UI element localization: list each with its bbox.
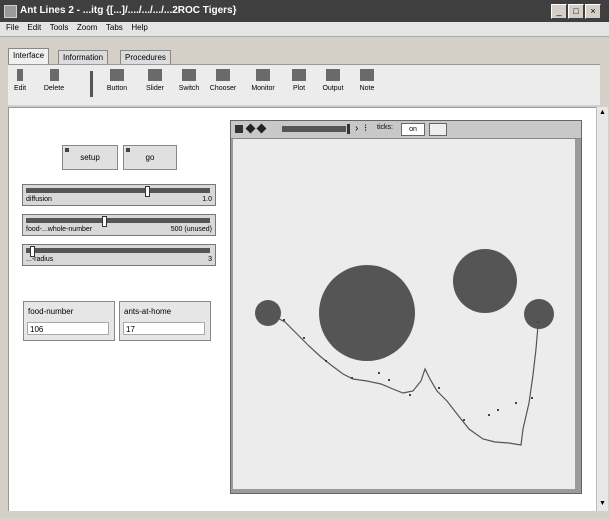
food-source [453,249,517,313]
ticks-label: ticks: [377,124,393,131]
switch-widget-icon [182,69,196,81]
ants [283,319,539,421]
menu-edit[interactable]: Edit [27,23,41,32]
checkbox-icon[interactable] [235,125,243,133]
world-graphics [255,249,554,446]
tab-procedures[interactable]: Procedures [120,50,171,64]
slider-track[interactable] [26,248,210,253]
pencil-icon [17,69,23,81]
add-monitor-tool[interactable]: Monitor [244,69,282,92]
tool-label: Slider [146,85,164,92]
delete-label: Delete [43,85,65,92]
slider-label: food-...whole-number [26,226,93,233]
button-widget-icon [110,69,124,81]
scroll-up-icon[interactable]: ▲ [598,109,607,118]
slider-thumb[interactable] [145,186,150,197]
tab-interface[interactable]: Interface [8,48,50,65]
tab-information[interactable]: Information [58,50,109,64]
app-icon [4,5,17,18]
menu-file[interactable]: File [6,23,19,32]
add-plot-tool[interactable]: Plot [280,69,318,92]
tool-label: Button [106,85,128,92]
food-source [319,265,415,361]
tool-label: Switch [178,85,200,92]
add-slider-tool[interactable]: Slider [136,69,174,92]
add-chooser-tool[interactable]: Chooser [204,69,242,92]
edit-label: Edit [13,85,27,92]
scroll-down-icon[interactable]: ▼ [598,500,607,509]
monitor-value: 17 [123,322,205,335]
go-button[interactable]: go [123,145,177,170]
slider-label: diffusion [26,196,52,203]
ants-at-home-monitor: ants-at-home 17 [119,301,211,341]
slider-thumb[interactable] [102,216,107,227]
edit-tool[interactable]: Edit [10,69,30,92]
slider-label: ...-radius [26,256,54,263]
speed-slider[interactable] [282,126,346,132]
add-button-tool[interactable]: Button [98,69,136,92]
monitor-label: food-number [28,307,74,316]
slider-track[interactable] [26,218,210,223]
output-widget-icon [326,69,340,81]
tool-label: Chooser [209,85,237,92]
shape-diamond-icon [245,123,256,134]
monitor-value: 106 [27,322,109,335]
menu-help[interactable]: Help [131,23,147,32]
add-output-tool[interactable]: Output [314,69,352,92]
setup-button[interactable]: setup [62,145,118,170]
speed-arrow-icon: › [355,123,359,134]
close-button[interactable]: × [585,4,601,19]
delete-tool[interactable]: Delete [34,69,74,92]
slider-value: 1.0 [202,196,212,203]
world-canvas[interactable] [233,139,575,489]
menu-bar: File Edit Tools Zoom Tabs Help [0,22,609,37]
speed-slider-thumb[interactable] [347,124,350,134]
tool-label: Note [359,85,375,92]
chooser-widget-icon [216,69,230,81]
radius-slider[interactable]: ...-radius 3 [22,244,216,266]
trash-icon [49,69,59,81]
minimize-button[interactable]: _ [551,4,567,19]
view-control-strip: › ⁝ ticks: on [231,121,581,139]
diffusion-slider[interactable]: diffusion 1.0 [22,184,216,206]
settings-button[interactable] [429,123,447,136]
view-updates-toggle[interactable]: on [401,123,425,136]
monitor-widget-icon [256,69,270,81]
menu-zoom[interactable]: Zoom [77,23,97,32]
window-title: Ant Lines 2 - ...itg {[...]/..../.../...… [20,5,237,16]
menu-tabs[interactable]: Tabs [106,23,123,32]
slider-value: 3 [208,256,212,263]
interface-toolbar: Edit Delete Button Slider Switch Chooser… [8,64,600,105]
monitor-label: ants-at-home [124,307,172,316]
slider-widget-icon [148,69,162,81]
toolbar-separator [90,71,93,97]
add-switch-tool[interactable]: Switch [170,69,208,92]
tool-label: Plot [292,85,306,92]
vertical-scrollbar[interactable]: ▲ ▼ [596,107,608,511]
add-note-tool[interactable]: Note [348,69,386,92]
update-mode-icon: ⁝ [364,123,368,134]
food-slider[interactable]: food-...whole-number 500 (unused) [22,214,216,236]
plot-widget-icon [292,69,306,81]
slider-track[interactable] [26,188,210,193]
tool-label: Monitor [251,85,275,92]
menu-tools[interactable]: Tools [50,23,69,32]
tool-label: Output [322,85,344,92]
shape-diamond-icon [256,123,267,134]
note-widget-icon [360,69,374,81]
maximize-button[interactable]: □ [568,4,584,19]
window-titlebar[interactable]: Ant Lines 2 - ...itg {[...]/..../.../...… [0,0,609,22]
status-strip [0,511,609,519]
slider-value: 500 (unused) [170,226,212,233]
food-number-monitor: food-number 106 [23,301,115,341]
